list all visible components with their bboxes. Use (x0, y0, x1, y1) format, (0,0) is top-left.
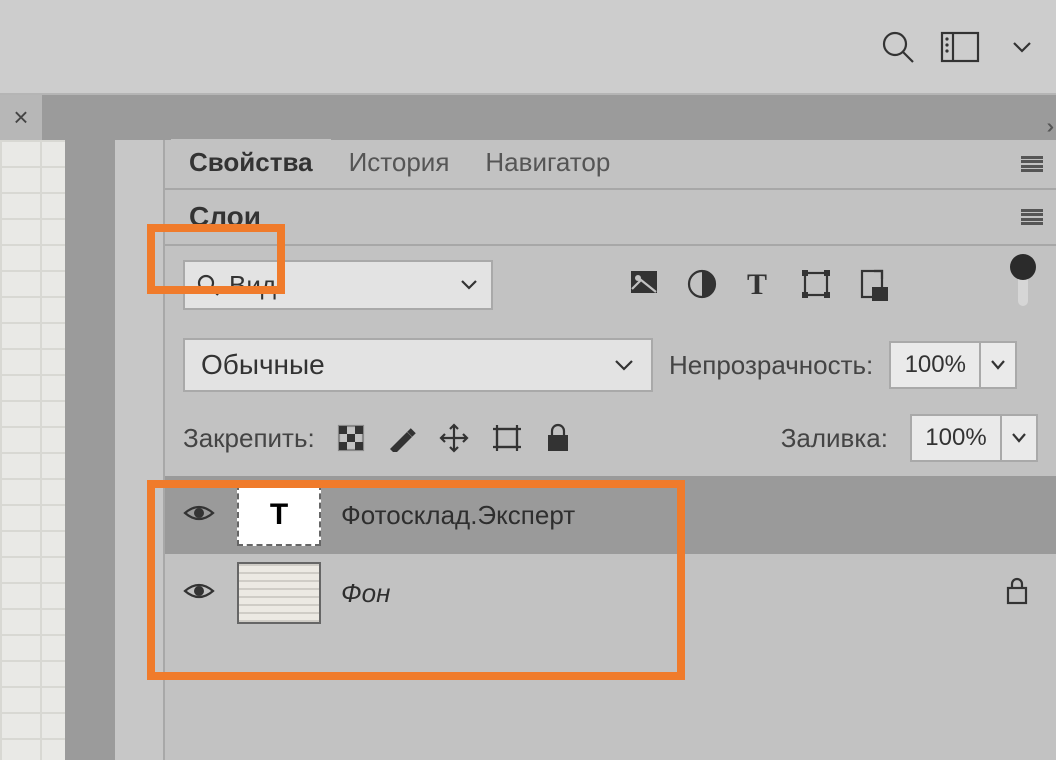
filter-adjustment-icon[interactable] (687, 269, 717, 299)
panels-column: ›› Свойства История Навигатор Слои Вид (165, 140, 1056, 760)
search-icon (197, 274, 219, 296)
layer-row[interactable]: T Фотосклад.Эксперт (165, 476, 1056, 554)
panel-group-tabs: Свойства История Навигатор (165, 140, 1056, 190)
opacity-value-input[interactable]: 100% (889, 341, 981, 389)
fill-label: Заливка: (781, 423, 888, 454)
close-icon: × (13, 102, 28, 133)
layers-filter-row: Вид T (165, 246, 1056, 324)
layers-filter-select[interactable]: Вид (183, 260, 493, 310)
document-tab-strip: × (0, 95, 1056, 140)
lock-label: Закрепить: (183, 423, 315, 454)
panel-toggle-icon[interactable] (938, 25, 982, 69)
lock-pixels-icon[interactable] (387, 424, 417, 452)
fill-value-input[interactable]: 100% (910, 414, 1002, 462)
layers-filter-label: Вид (229, 270, 276, 301)
tab-history[interactable]: История (331, 139, 468, 188)
layers-filter-icons: T (629, 269, 889, 301)
panel-group-menu-icon[interactable] (1018, 150, 1046, 178)
svg-text:T: T (747, 269, 767, 299)
layers-blend-row: Обычные Непрозрачность: 100% (165, 324, 1056, 406)
opacity-label: Непрозрачность: (669, 350, 873, 381)
main-area: ›› Свойства История Навигатор Слои Вид (0, 140, 1056, 760)
layer-name[interactable]: Фотосклад.Эксперт (341, 500, 575, 531)
canvas-column (0, 140, 165, 760)
layers-panel-menu-icon[interactable] (1018, 203, 1046, 231)
visibility-toggle[interactable] (183, 579, 217, 608)
layer-name[interactable]: Фон (341, 578, 390, 609)
visibility-toggle[interactable] (183, 501, 217, 530)
lock-transparency-icon[interactable] (337, 424, 365, 452)
filter-type-icon[interactable]: T (745, 269, 773, 299)
search-icon[interactable] (876, 25, 920, 69)
lock-artboard-icon[interactable] (491, 423, 523, 453)
lock-position-icon[interactable] (439, 423, 469, 453)
layers-tab[interactable]: Слои (189, 201, 261, 233)
filter-smartobject-icon[interactable] (859, 269, 889, 301)
layers-lock-row: Закрепить: (165, 406, 1056, 470)
lock-icon (1004, 576, 1030, 606)
eye-icon (183, 501, 215, 525)
layer-thumbnail-text[interactable]: T (237, 484, 321, 546)
canvas-gap (65, 140, 115, 760)
tab-properties[interactable]: Свойства (171, 139, 331, 188)
document-tab-close-button[interactable]: × (0, 95, 42, 140)
layer-list: T Фотосклад.Эксперт Фон (165, 476, 1056, 632)
layer-lock-indicator[interactable] (1004, 576, 1038, 611)
canvas-preview (0, 140, 65, 760)
chevron-down-icon (989, 356, 1007, 374)
chevron-down-icon (459, 275, 479, 295)
layers-filter-toggle[interactable] (1008, 264, 1038, 306)
eye-icon (183, 579, 215, 603)
fill-stepper[interactable] (1002, 414, 1038, 462)
tab-navigator[interactable]: Навигатор (467, 139, 628, 188)
panel-divider[interactable] (115, 140, 165, 760)
layers-panel-header: Слои (165, 190, 1056, 246)
filter-shape-icon[interactable] (801, 269, 831, 299)
chevron-down-icon (613, 354, 635, 376)
lock-all-icon[interactable] (545, 423, 571, 453)
blend-mode-select[interactable]: Обычные (183, 338, 653, 392)
topbar-menu-chevron-icon[interactable] (1000, 25, 1044, 69)
filter-pixel-icon[interactable] (629, 269, 659, 297)
layer-thumbnail-bg[interactable] (237, 562, 321, 624)
panel-collapse-icon[interactable]: ›› (1047, 116, 1048, 139)
app-topbar (0, 0, 1056, 95)
layer-row[interactable]: Фон (165, 554, 1056, 632)
chevron-down-icon (1010, 429, 1028, 447)
opacity-stepper[interactable] (981, 341, 1017, 389)
blend-mode-value: Обычные (201, 349, 325, 381)
